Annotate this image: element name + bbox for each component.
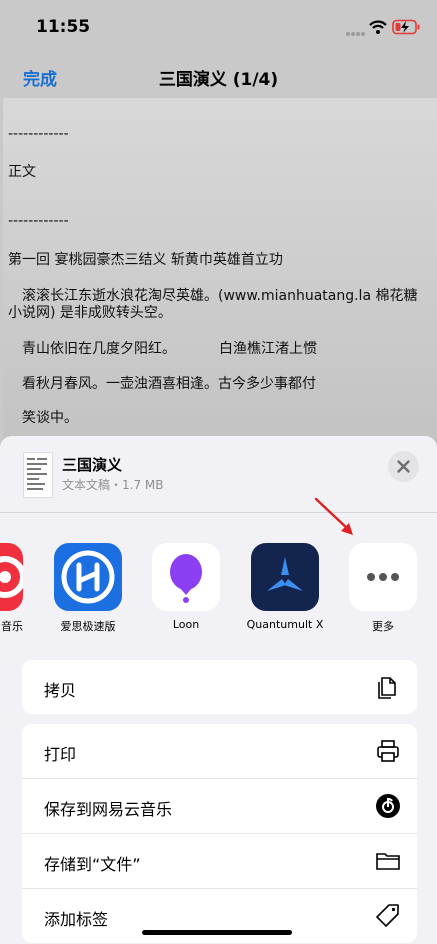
share-sheet: 三国演义 文本文稿・1.7 MB 音乐 爱思极速版 Loon Quantumul… (0, 436, 437, 944)
doc-line: 看秋月春风。一壶浊酒喜相逢。古今多少事都付 (22, 376, 316, 392)
action-group-copy: 拷贝 (22, 660, 417, 714)
action-label: 拷贝 (44, 681, 77, 700)
navigation-bar: 完成 三国演义 (1/4) (0, 52, 437, 98)
status-time: 11:55 (36, 17, 91, 37)
home-indicator (142, 930, 292, 935)
file-meta: 文本文稿・1.7 MB (62, 478, 164, 492)
action-label: 打印 (44, 745, 77, 764)
music-app-icon (0, 543, 23, 611)
app-label: 爱思极速版 (60, 620, 116, 633)
wifi-icon (369, 20, 387, 34)
doc-line: 正文 (8, 164, 36, 180)
app-label: 更多 (372, 620, 394, 633)
action-save-netease[interactable]: 保存到网易云音乐 (22, 779, 417, 834)
action-copy[interactable]: 拷贝 (22, 660, 417, 714)
loon-balloon-icon (152, 543, 220, 611)
netease-music-icon (376, 794, 400, 818)
app-label: Loon (172, 618, 200, 631)
more-dots-icon (349, 543, 417, 611)
doc-line: 第一回 宴桃园豪杰三结义 斩黄巾英雄首立功 (8, 252, 283, 268)
file-name: 三国演义 (62, 456, 123, 474)
battery-charging-icon (392, 19, 420, 35)
file-thumbnail (23, 452, 53, 498)
app-row: 音乐 爱思极速版 Loon Quantumult X 更多 (0, 543, 437, 653)
doc-line: 小说网) 是非成败转头空。 (8, 305, 172, 321)
folder-icon (376, 853, 400, 870)
share-sheet-header: 三国演义 文本文稿・1.7 MB (0, 436, 437, 513)
tag-icon (376, 904, 399, 927)
close-button[interactable] (388, 451, 419, 482)
status-bar: 11:55 (0, 0, 437, 52)
close-icon (397, 460, 410, 473)
app-quantumult-x[interactable]: Quantumult X (247, 543, 323, 631)
copy-icon (378, 677, 396, 699)
action-label: 存储到“文件” (44, 855, 141, 874)
doc-line: 白渔樵江渚上惯 (219, 341, 317, 357)
action-label: 添加标签 (44, 910, 109, 929)
app-more[interactable]: 更多 (349, 543, 417, 633)
doc-line: 青山依旧在几度夕阳红。 (22, 341, 176, 357)
action-label: 保存到网易云音乐 (44, 800, 173, 819)
aisi-app-icon (54, 543, 122, 611)
app-music[interactable]: 音乐 (0, 543, 23, 633)
app-loon[interactable]: Loon (152, 543, 220, 631)
doc-line: ------------ (8, 213, 69, 229)
cellular-signal-icon (346, 32, 365, 36)
doc-line: ------------ (8, 126, 69, 142)
app-aisi[interactable]: 爱思极速版 (54, 543, 122, 633)
document-preview: ------------ 正文 ------------ 第一回 宴桃园豪杰三结… (3, 98, 437, 458)
page-title: 三国演义 (1/4) (158, 70, 279, 90)
doc-line: 笑谈中。 (22, 410, 78, 426)
action-print[interactable]: 打印 (22, 724, 417, 779)
action-group-more: 打印 保存到网易云音乐 存储到“文件” 添加标签 (22, 724, 417, 943)
printer-icon (377, 740, 399, 762)
app-label: 音乐 (1, 620, 23, 633)
action-save-to-files[interactable]: 存储到“文件” (22, 834, 417, 889)
app-label: Quantumult X (246, 618, 324, 631)
quantumult-x-icon (251, 543, 319, 611)
background: 11:55 完成 三国演义 (1/4) ------------ 正文 ----… (0, 0, 437, 944)
annotation-arrow-icon (314, 497, 353, 535)
